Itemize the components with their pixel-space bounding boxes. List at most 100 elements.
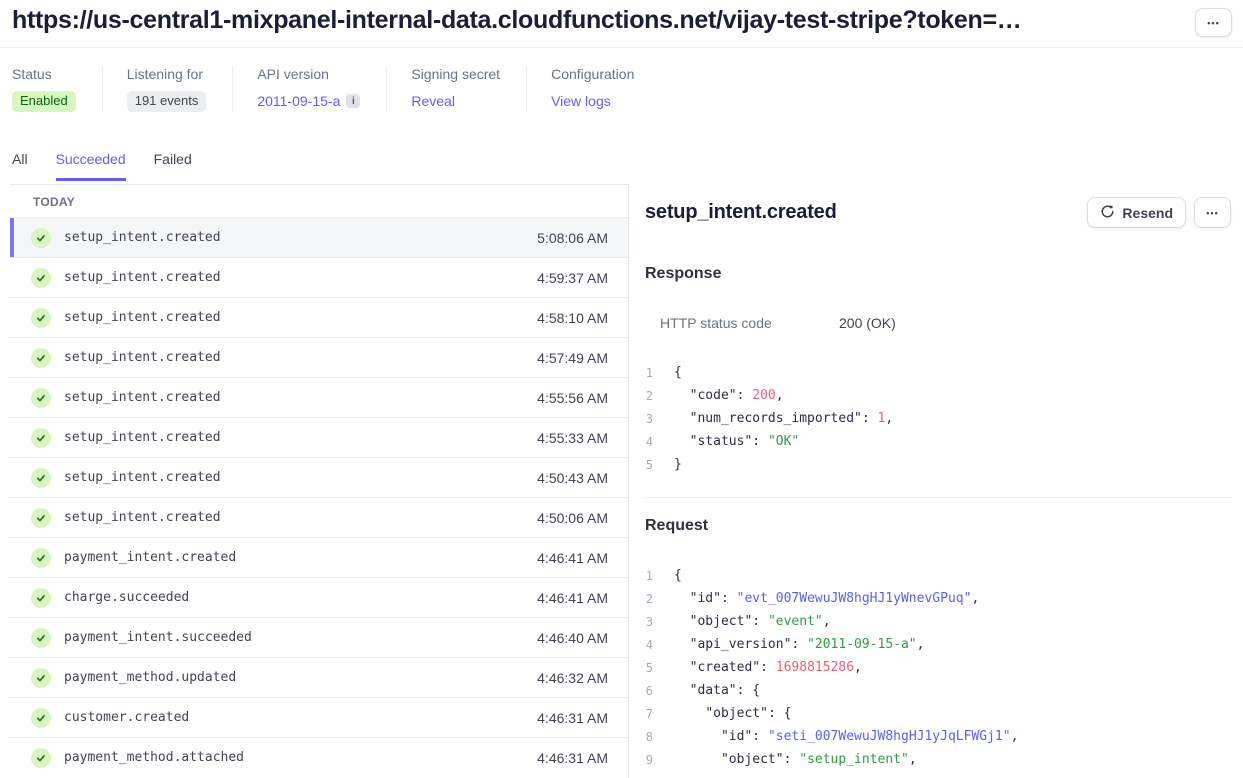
event-row[interactable]: payment_intent.created4:46:41 AM	[10, 537, 628, 577]
success-check-icon	[31, 388, 51, 408]
line-number: 8	[644, 730, 653, 744]
configuration-label: Configuration	[551, 66, 634, 82]
event-name: setup_intent.created	[64, 270, 537, 285]
event-name: charge.succeeded	[64, 590, 537, 605]
event-timestamp: 4:46:41 AM	[537, 590, 608, 606]
code-text: "status": "OK"	[674, 434, 799, 449]
success-check-icon	[31, 588, 51, 608]
http-status-value: 200 (OK)	[839, 315, 896, 331]
meta-col-api-version: API version2011-09-15-ai	[232, 66, 386, 112]
line-number: 5	[644, 458, 653, 472]
event-list-panel: TODAY setup_intent.created5:08:06 AMsetu…	[10, 185, 628, 778]
resend-button[interactable]: Resend	[1087, 197, 1186, 228]
event-name: setup_intent.created	[64, 470, 537, 485]
meta-col-status: StatusEnabled	[12, 66, 102, 112]
meta-col-listening-for: Listening for191 events	[102, 66, 233, 112]
configuration-value: View logs	[551, 90, 634, 112]
code-text: "api_version": "2011-09-15-a",	[674, 637, 924, 652]
code-line: 2 "code": 200,	[629, 384, 1243, 407]
page-title: https://us-central1-mixpanel-internal-da…	[12, 6, 1182, 35]
signing-secret-value: Reveal	[411, 90, 500, 112]
event-timestamp: 4:58:10 AM	[537, 310, 608, 326]
event-timestamp: 4:57:49 AM	[537, 350, 608, 366]
success-check-icon	[31, 268, 51, 288]
event-row[interactable]: charge.succeeded4:46:41 AM	[10, 577, 628, 617]
code-text: "object": "event",	[674, 614, 831, 629]
event-row[interactable]: setup_intent.created4:50:43 AM	[10, 457, 628, 497]
request-heading: Request	[645, 517, 708, 535]
code-line: 8 "id": "seti_007WewuJW8hgHJ1yJqLFWGj1",	[629, 725, 1243, 748]
event-name: setup_intent.created	[64, 430, 537, 445]
detail-title: setup_intent.created	[645, 201, 837, 224]
tabs: All Succeeded Failed	[12, 151, 192, 181]
tab-all[interactable]: All	[12, 151, 28, 181]
event-row[interactable]: setup_intent.created5:08:06 AM	[10, 217, 628, 257]
tab-succeeded[interactable]: Succeeded	[56, 151, 126, 181]
event-timestamp: 4:55:56 AM	[537, 390, 608, 406]
event-timestamp: 5:08:06 AM	[537, 230, 608, 246]
signing-secret-link[interactable]: Reveal	[411, 93, 455, 109]
code-text: "data": {	[674, 683, 760, 698]
resend-icon	[1100, 204, 1115, 222]
success-check-icon	[31, 548, 51, 568]
success-check-icon	[31, 228, 51, 248]
info-icon: i	[346, 94, 360, 108]
success-check-icon	[31, 708, 51, 728]
api-version-value: 2011-09-15-a i	[257, 90, 360, 112]
header-overflow-menu-button[interactable]: •••	[1195, 8, 1232, 37]
code-line: 5 "created": 1698815286,	[629, 656, 1243, 679]
listening-for-value: 191 events	[127, 90, 207, 112]
configuration-link[interactable]: View logs	[551, 93, 611, 109]
success-check-icon	[31, 428, 51, 448]
line-number: 7	[644, 707, 653, 721]
event-row[interactable]: payment_method.updated4:46:32 AM	[10, 657, 628, 697]
code-line: 3 "object": "event",	[629, 610, 1243, 633]
resend-button-label: Resend	[1122, 205, 1173, 221]
event-timestamp: 4:50:43 AM	[537, 470, 608, 486]
api-version-link[interactable]: 2011-09-15-a	[257, 93, 340, 109]
line-number: 4	[644, 435, 653, 449]
event-timestamp: 4:55:33 AM	[537, 430, 608, 446]
response-code: 1{2 "code": 200,3 "num_records_imported"…	[629, 361, 1243, 476]
code-line: 4 "api_version": "2011-09-15-a",	[629, 633, 1243, 656]
meta-col-signing-secret: Signing secret Reveal	[386, 66, 526, 112]
signing-secret-label: Signing secret	[411, 66, 500, 82]
event-row[interactable]: setup_intent.created4:55:56 AM	[10, 377, 628, 417]
event-row[interactable]: setup_intent.created4:55:33 AM	[10, 417, 628, 457]
response-heading: Response	[645, 265, 721, 283]
header-divider	[0, 47, 1243, 48]
code-line: 5}	[629, 453, 1243, 476]
event-row[interactable]: setup_intent.created4:58:10 AM	[10, 297, 628, 337]
event-row[interactable]: payment_intent.succeeded4:46:40 AM	[10, 617, 628, 657]
event-row[interactable]: setup_intent.created4:50:06 AM	[10, 497, 628, 537]
detail-overflow-menu-button[interactable]: •••	[1194, 197, 1231, 228]
event-timestamp: 4:46:41 AM	[537, 550, 608, 566]
request-code: 1{2 "id": "evt_007WewuJW8hgHJ1yWnevGPuq"…	[629, 564, 1243, 771]
success-check-icon	[31, 348, 51, 368]
code-text: "code": 200,	[674, 388, 784, 403]
event-name: setup_intent.created	[64, 230, 537, 245]
event-name: setup_intent.created	[64, 350, 537, 365]
event-name: payment_intent.created	[64, 550, 537, 565]
event-row[interactable]: setup_intent.created4:57:49 AM	[10, 337, 628, 377]
event-name: setup_intent.created	[64, 310, 537, 325]
code-line: 7 "object": {	[629, 702, 1243, 725]
code-text: }	[674, 457, 682, 472]
detail-header: setup_intent.created Resend •••	[645, 197, 1231, 228]
tab-failed[interactable]: Failed	[154, 151, 192, 181]
event-row[interactable]: payment_method.attached4:46:31 AM	[10, 737, 628, 777]
success-check-icon	[31, 668, 51, 688]
success-check-icon	[31, 308, 51, 328]
event-row[interactable]: setup_intent.created4:59:37 AM	[10, 257, 628, 297]
code-line: 1{	[629, 564, 1243, 587]
detail-actions: Resend •••	[1087, 197, 1231, 228]
line-number: 2	[644, 389, 653, 403]
event-list: setup_intent.created5:08:06 AMsetup_inte…	[10, 217, 628, 777]
line-number: 9	[644, 753, 653, 767]
event-group-label: TODAY	[33, 195, 628, 209]
event-name: setup_intent.created	[64, 510, 537, 525]
success-check-icon	[31, 468, 51, 488]
status-value: Enabled	[12, 90, 76, 112]
event-name: payment_method.updated	[64, 670, 537, 685]
event-row[interactable]: customer.created4:46:31 AM	[10, 697, 628, 737]
